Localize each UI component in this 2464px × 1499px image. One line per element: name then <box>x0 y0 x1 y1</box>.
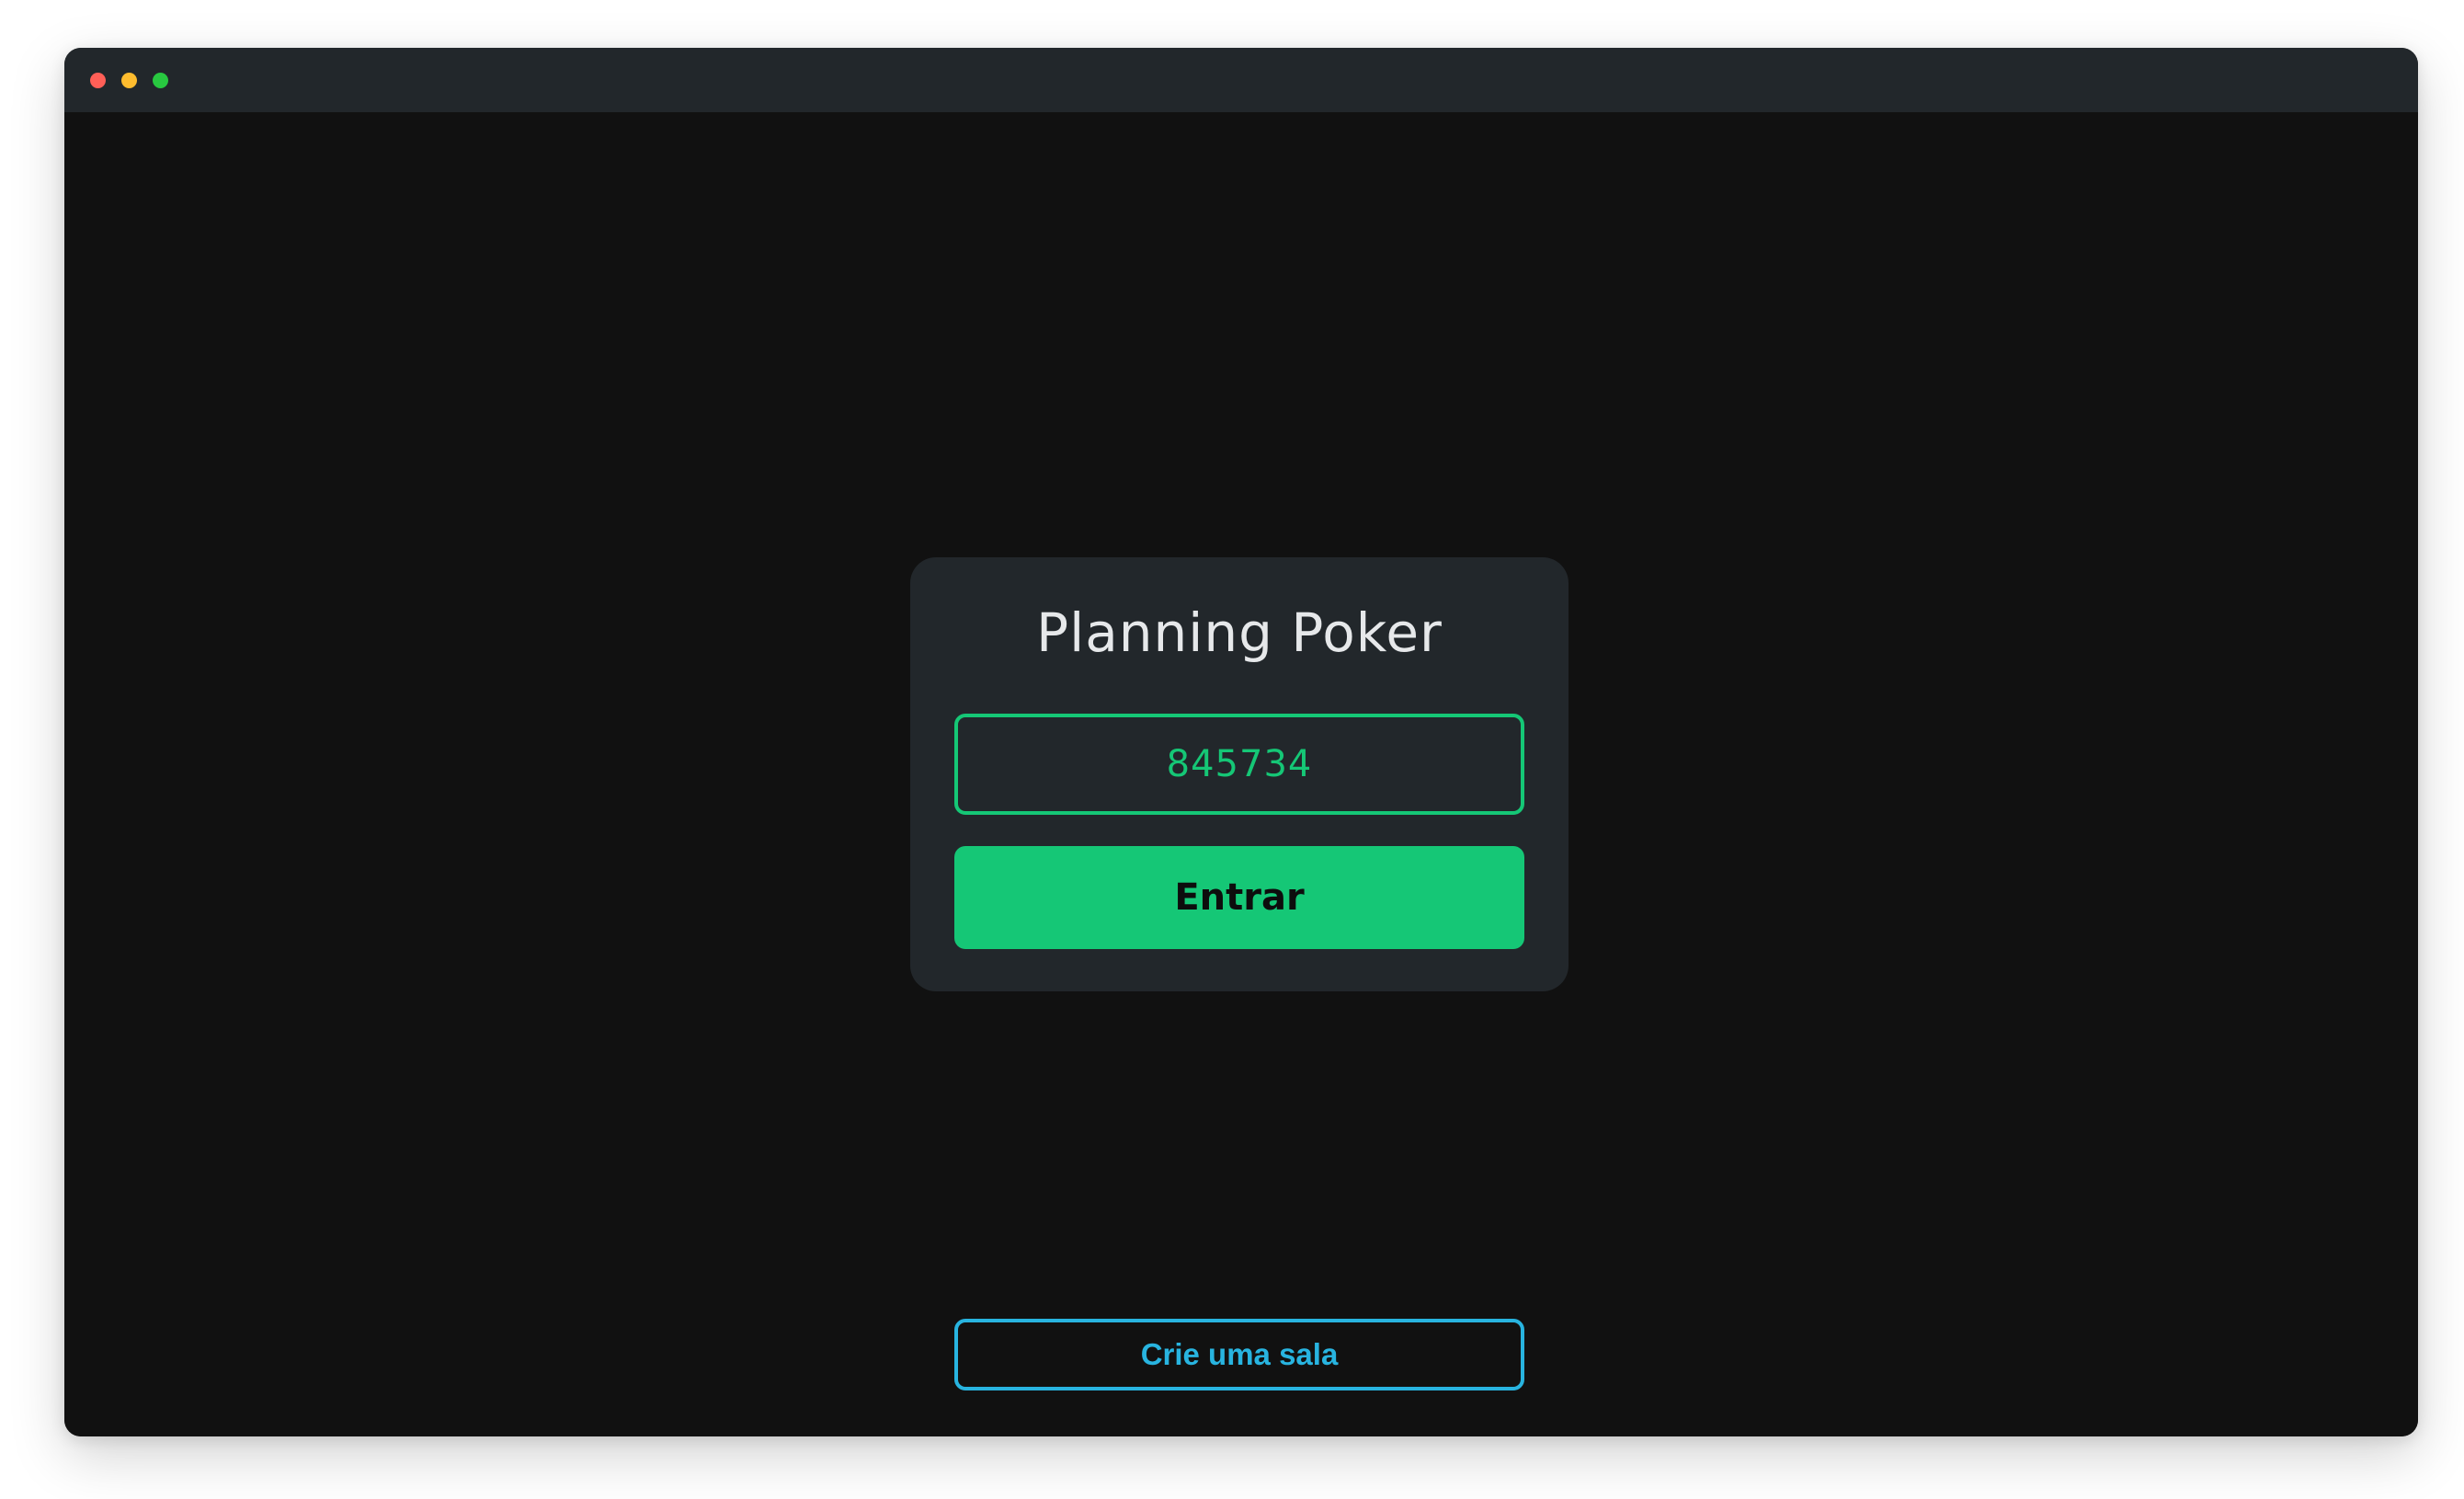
join-room-card: Planning Poker Entrar <box>910 557 1569 991</box>
room-code-input[interactable] <box>954 714 1524 815</box>
main-content: Planning Poker Entrar <box>64 112 2418 1436</box>
app-window: Planning Poker Entrar Crie uma sala <box>64 48 2418 1436</box>
window-close-icon[interactable] <box>90 73 106 88</box>
window-maximize-icon[interactable] <box>153 73 168 88</box>
window-titlebar <box>64 48 2418 112</box>
create-room-button[interactable]: Crie uma sala <box>954 1319 1524 1390</box>
enter-button[interactable]: Entrar <box>954 846 1524 949</box>
page-title: Planning Poker <box>1036 601 1443 664</box>
window-minimize-icon[interactable] <box>121 73 137 88</box>
